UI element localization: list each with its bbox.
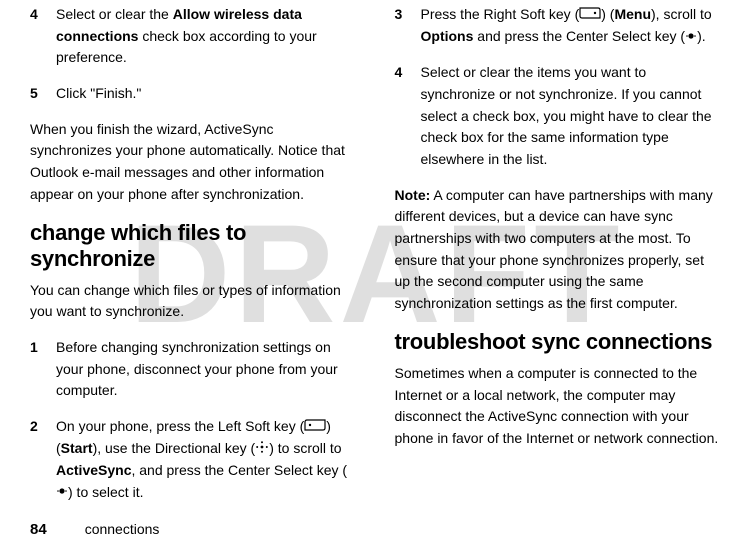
step-4-left: 4 Select or clear the Allow wireless dat… [30,4,359,69]
heading-change-files: change which files to synchronize [30,220,359,272]
center-select-key-icon [685,27,697,49]
left-soft-key-icon [304,416,326,438]
step-number: 4 [30,4,56,69]
step-4-right: 4 Select or clear the items you want to … [395,62,724,170]
step-body: Select or clear the Allow wireless data … [56,4,359,69]
step-2-left: 2 On your phone, press the Left Soft key… [30,416,359,504]
step-number: 3 [395,4,421,48]
text: ) to scroll to [269,440,341,456]
note-text: A computer can have partnerships with ma… [395,187,713,311]
step-3-right: 3 Press the Right Soft key ( ) (Menu), sc… [395,4,724,48]
text: On your phone, press the Left Soft key ( [56,418,304,434]
directional-key-icon [255,439,269,461]
step-number: 4 [395,62,421,170]
start-label: Start [61,440,93,456]
step-body: On your phone, press the Left Soft key (… [56,416,359,504]
text: ), scroll to [651,6,712,22]
text: ). [697,28,706,44]
text: Press the Right Soft key ( [421,6,580,22]
step-body: Select or clear the items you want to sy… [421,62,724,170]
right-column: 3 Press the Right Soft key ( ) (Menu), sc… [395,0,724,510]
section-name: connections [85,521,160,537]
text: and press the Center Select key ( [473,28,685,44]
step-body: Click "Finish." [56,83,359,105]
step-body: Before changing synchronization settings… [56,337,359,402]
page-footer: 84 connections [30,521,159,538]
text-pre: Select or clear the [56,6,173,22]
note-label: Note: [395,187,431,203]
step-number: 5 [30,83,56,105]
right-soft-key-icon [579,4,601,26]
step-number: 2 [30,416,56,504]
options-label: Options [421,28,474,44]
page-number: 84 [30,521,47,538]
sub-paragraph: You can change which files or types of i… [30,280,359,323]
step-body: Press the Right Soft key ( ) (Menu), scro… [421,4,724,48]
text: , and press the Center Select key ( [131,462,347,478]
wizard-paragraph: When you finish the wizard, ActiveSync s… [30,119,359,206]
text: ), use the Directional key ( [93,440,256,456]
left-column: 4 Select or clear the Allow wireless dat… [30,0,359,510]
note-paragraph: Note: A computer can have partnerships w… [395,185,724,315]
heading-troubleshoot: troubleshoot sync connections [395,329,724,355]
step-number: 1 [30,337,56,402]
step-1-left: 1 Before changing synchronization settin… [30,337,359,402]
center-select-key-icon [56,482,68,504]
page-content: 4 Select or clear the Allow wireless dat… [0,0,753,510]
text: ) ( [601,6,614,22]
activesync-label: ActiveSync [56,462,131,478]
troubleshoot-paragraph: Sometimes when a computer is connected t… [395,363,724,450]
step-5-left: 5 Click "Finish." [30,83,359,105]
menu-label: Menu [614,6,651,22]
text: ) to select it. [68,484,143,500]
